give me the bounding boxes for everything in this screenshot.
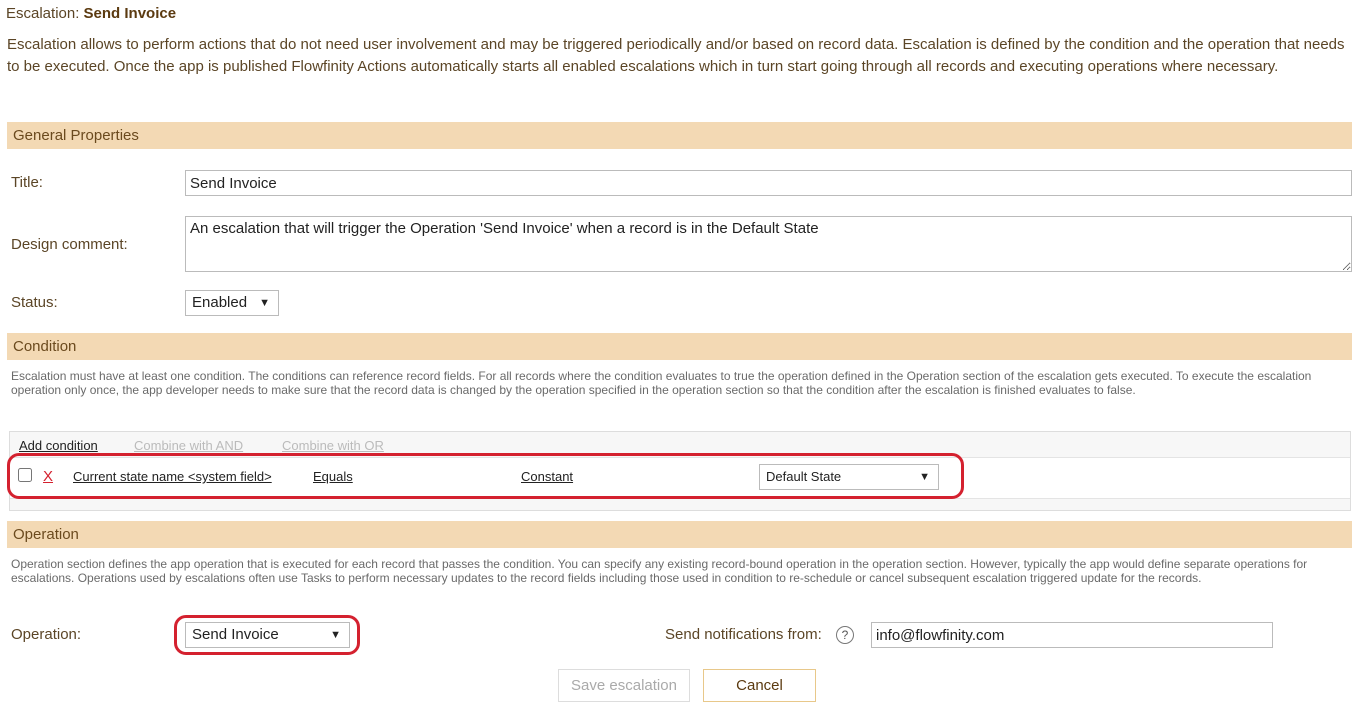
operation-label: Operation: <box>11 626 82 643</box>
notify-from-input[interactable] <box>871 622 1273 648</box>
dropdown-arrow-icon: ▼ <box>259 297 270 309</box>
status-select[interactable]: Enabled ▼ <box>185 290 279 316</box>
status-label: Status: <box>11 294 58 311</box>
title-input[interactable] <box>185 170 1352 196</box>
title-label: Title: <box>11 174 43 191</box>
add-condition-link[interactable]: Add condition <box>19 438 98 453</box>
save-escalation-button[interactable]: Save escalation <box>558 669 690 702</box>
help-icon[interactable]: ? <box>836 626 854 644</box>
combine-or-link[interactable]: Combine with OR <box>282 438 384 453</box>
cancel-button[interactable]: Cancel <box>703 669 816 702</box>
design-comment-label: Design comment: <box>11 236 128 253</box>
section-operation: Operation <box>7 521 1352 548</box>
section-condition: Condition <box>7 333 1352 360</box>
intro-text: Escalation allows to perform actions tha… <box>7 36 1345 75</box>
highlight-operation <box>174 615 360 655</box>
condition-help: Escalation must have at least one condit… <box>11 369 1312 397</box>
design-comment-input[interactable]: An escalation that will trigger the Oper… <box>185 216 1352 272</box>
section-general: General Properties <box>7 122 1352 149</box>
notify-label: Send notifications from: <box>665 626 822 643</box>
operation-help: Operation section defines the app operat… <box>11 557 1308 585</box>
combine-and-link[interactable]: Combine with AND <box>134 438 243 453</box>
highlight-condition-row <box>7 453 964 499</box>
page-title: Escalation: Send Invoice <box>6 5 177 22</box>
